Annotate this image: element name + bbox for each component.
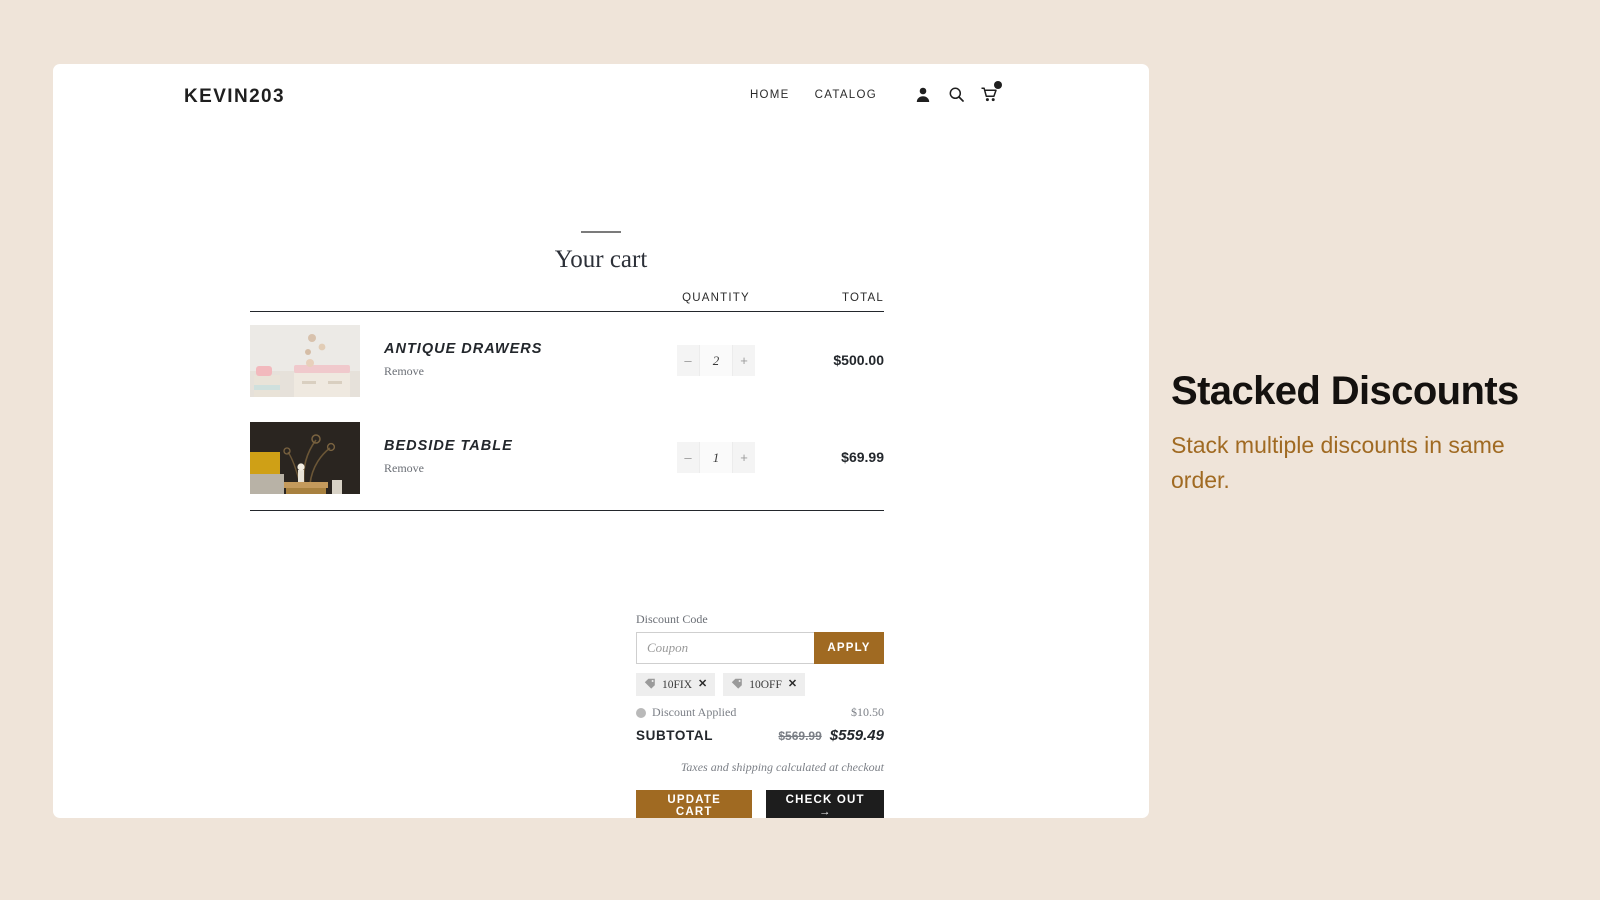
cart-bottom-divider [250,510,884,512]
search-icon[interactable] [947,84,965,104]
coupon-row: APPLY [636,632,884,664]
line-total-cell: $500.00 [796,352,884,370]
storefront-card: KEVIN203 HOME CATALOG Your cart QUANTITY [53,64,1149,818]
remove-item-link[interactable]: Remove [384,461,424,476]
quantity-increment-button[interactable]: + [733,345,755,376]
product-info-cell: ANTIQUE DRAWERS Remove [384,341,636,380]
discount-chip[interactable]: 10FIX ✕ [636,673,716,696]
title-divider [581,231,621,233]
cart-table: QUANTITY TOTAL ANTIQUE DRAWERS Remove – … [250,282,884,512]
header-icon-group [914,81,1002,104]
discount-code-label: Discount Code [636,612,708,626]
line-total: $500.00 [833,351,884,368]
subtotal-label: SUBTOTAL [636,728,714,743]
quantity-cell: – 1 + [636,442,796,473]
site-header: KEVIN203 HOME CATALOG [53,64,1149,136]
totals-panel: Discount Code APPLY 10FIX ✕ 10OFF ✕ [636,612,884,818]
quantity-cell: – 2 + [636,345,796,376]
cart-table-header: QUANTITY TOTAL [250,282,884,312]
product-title[interactable]: BEDSIDE TABLE [384,438,636,455]
subtotal-original-price: $569.99 [778,729,822,743]
close-icon[interactable]: ✕ [698,679,707,690]
product-title[interactable]: ANTIQUE DRAWERS [384,341,636,358]
close-icon[interactable]: ✕ [788,679,797,690]
header-quantity: QUANTITY [682,292,750,304]
page-title: Your cart [554,246,648,273]
tag-icon [644,676,656,694]
line-total: $69.99 [841,448,884,465]
annotation-title: Stacked Discounts [1171,369,1519,413]
applied-discount-chips: 10FIX ✕ 10OFF ✕ [636,673,884,696]
quantity-stepper[interactable]: – 2 + [677,345,755,376]
quantity-value[interactable]: 2 [699,345,733,376]
discount-bullet-icon [636,707,646,718]
antique-drawers-thumbnail[interactable] [250,324,360,397]
quantity-increment-button[interactable]: + [733,442,755,473]
account-icon[interactable] [914,84,932,104]
table-row: ANTIQUE DRAWERS Remove – 2 + $500.00 [250,312,884,409]
tag-icon [731,676,743,694]
quantity-decrement-button[interactable]: – [677,345,699,376]
subtotal-row: SUBTOTAL $569.99 $559.49 [636,727,884,744]
annotation-subtitle: Stack multiple discounts in same order. [1171,432,1505,493]
discount-chip-code: 10OFF [749,678,782,691]
cart-icon[interactable] [980,81,1002,104]
update-cart-button[interactable]: UPDATE CART [636,790,753,818]
remove-item-link[interactable]: Remove [384,364,424,379]
header-total: TOTAL [842,292,884,304]
quantity-stepper[interactable]: – 1 + [677,442,755,473]
checkout-button[interactable]: CHECK OUT → [766,790,884,818]
apply-discount-button[interactable]: APPLY [814,632,884,664]
brand-logo[interactable]: KEVIN203 [184,86,285,108]
discount-applied-label: Discount Applied [652,705,737,719]
cart-actions: UPDATE CART CHECK OUT → [636,790,884,818]
coupon-input[interactable] [636,632,814,664]
nav-item-catalog[interactable]: CATALOG [815,89,877,101]
tax-shipping-note: Taxes and shipping calculated at checkou… [680,760,884,774]
annotation-panel: Stacked Discounts Stack multiple discoun… [1171,370,1551,497]
discount-chip[interactable]: 10OFF ✕ [723,673,806,696]
product-info-cell: BEDSIDE TABLE Remove [384,438,636,477]
line-total-cell: $69.99 [796,449,884,467]
nav-item-home[interactable]: HOME [750,89,790,101]
bedside-table-thumbnail[interactable] [250,421,360,494]
product-thumbnail-cell [250,421,384,494]
cart-count-badge [994,81,1002,89]
discount-applied-amount: $10.50 [851,705,884,719]
quantity-decrement-button[interactable]: – [677,442,699,473]
subtotal-values: $569.99 $559.49 [778,727,884,744]
product-thumbnail-cell [250,324,384,397]
discount-chip-code: 10FIX [662,678,693,691]
quantity-value[interactable]: 1 [699,442,733,473]
subtotal-final-price: $559.49 [829,727,884,744]
table-row: BEDSIDE TABLE Remove – 1 + $69.99 [250,409,884,506]
discount-applied-row: Discount Applied $10.50 [636,705,884,720]
